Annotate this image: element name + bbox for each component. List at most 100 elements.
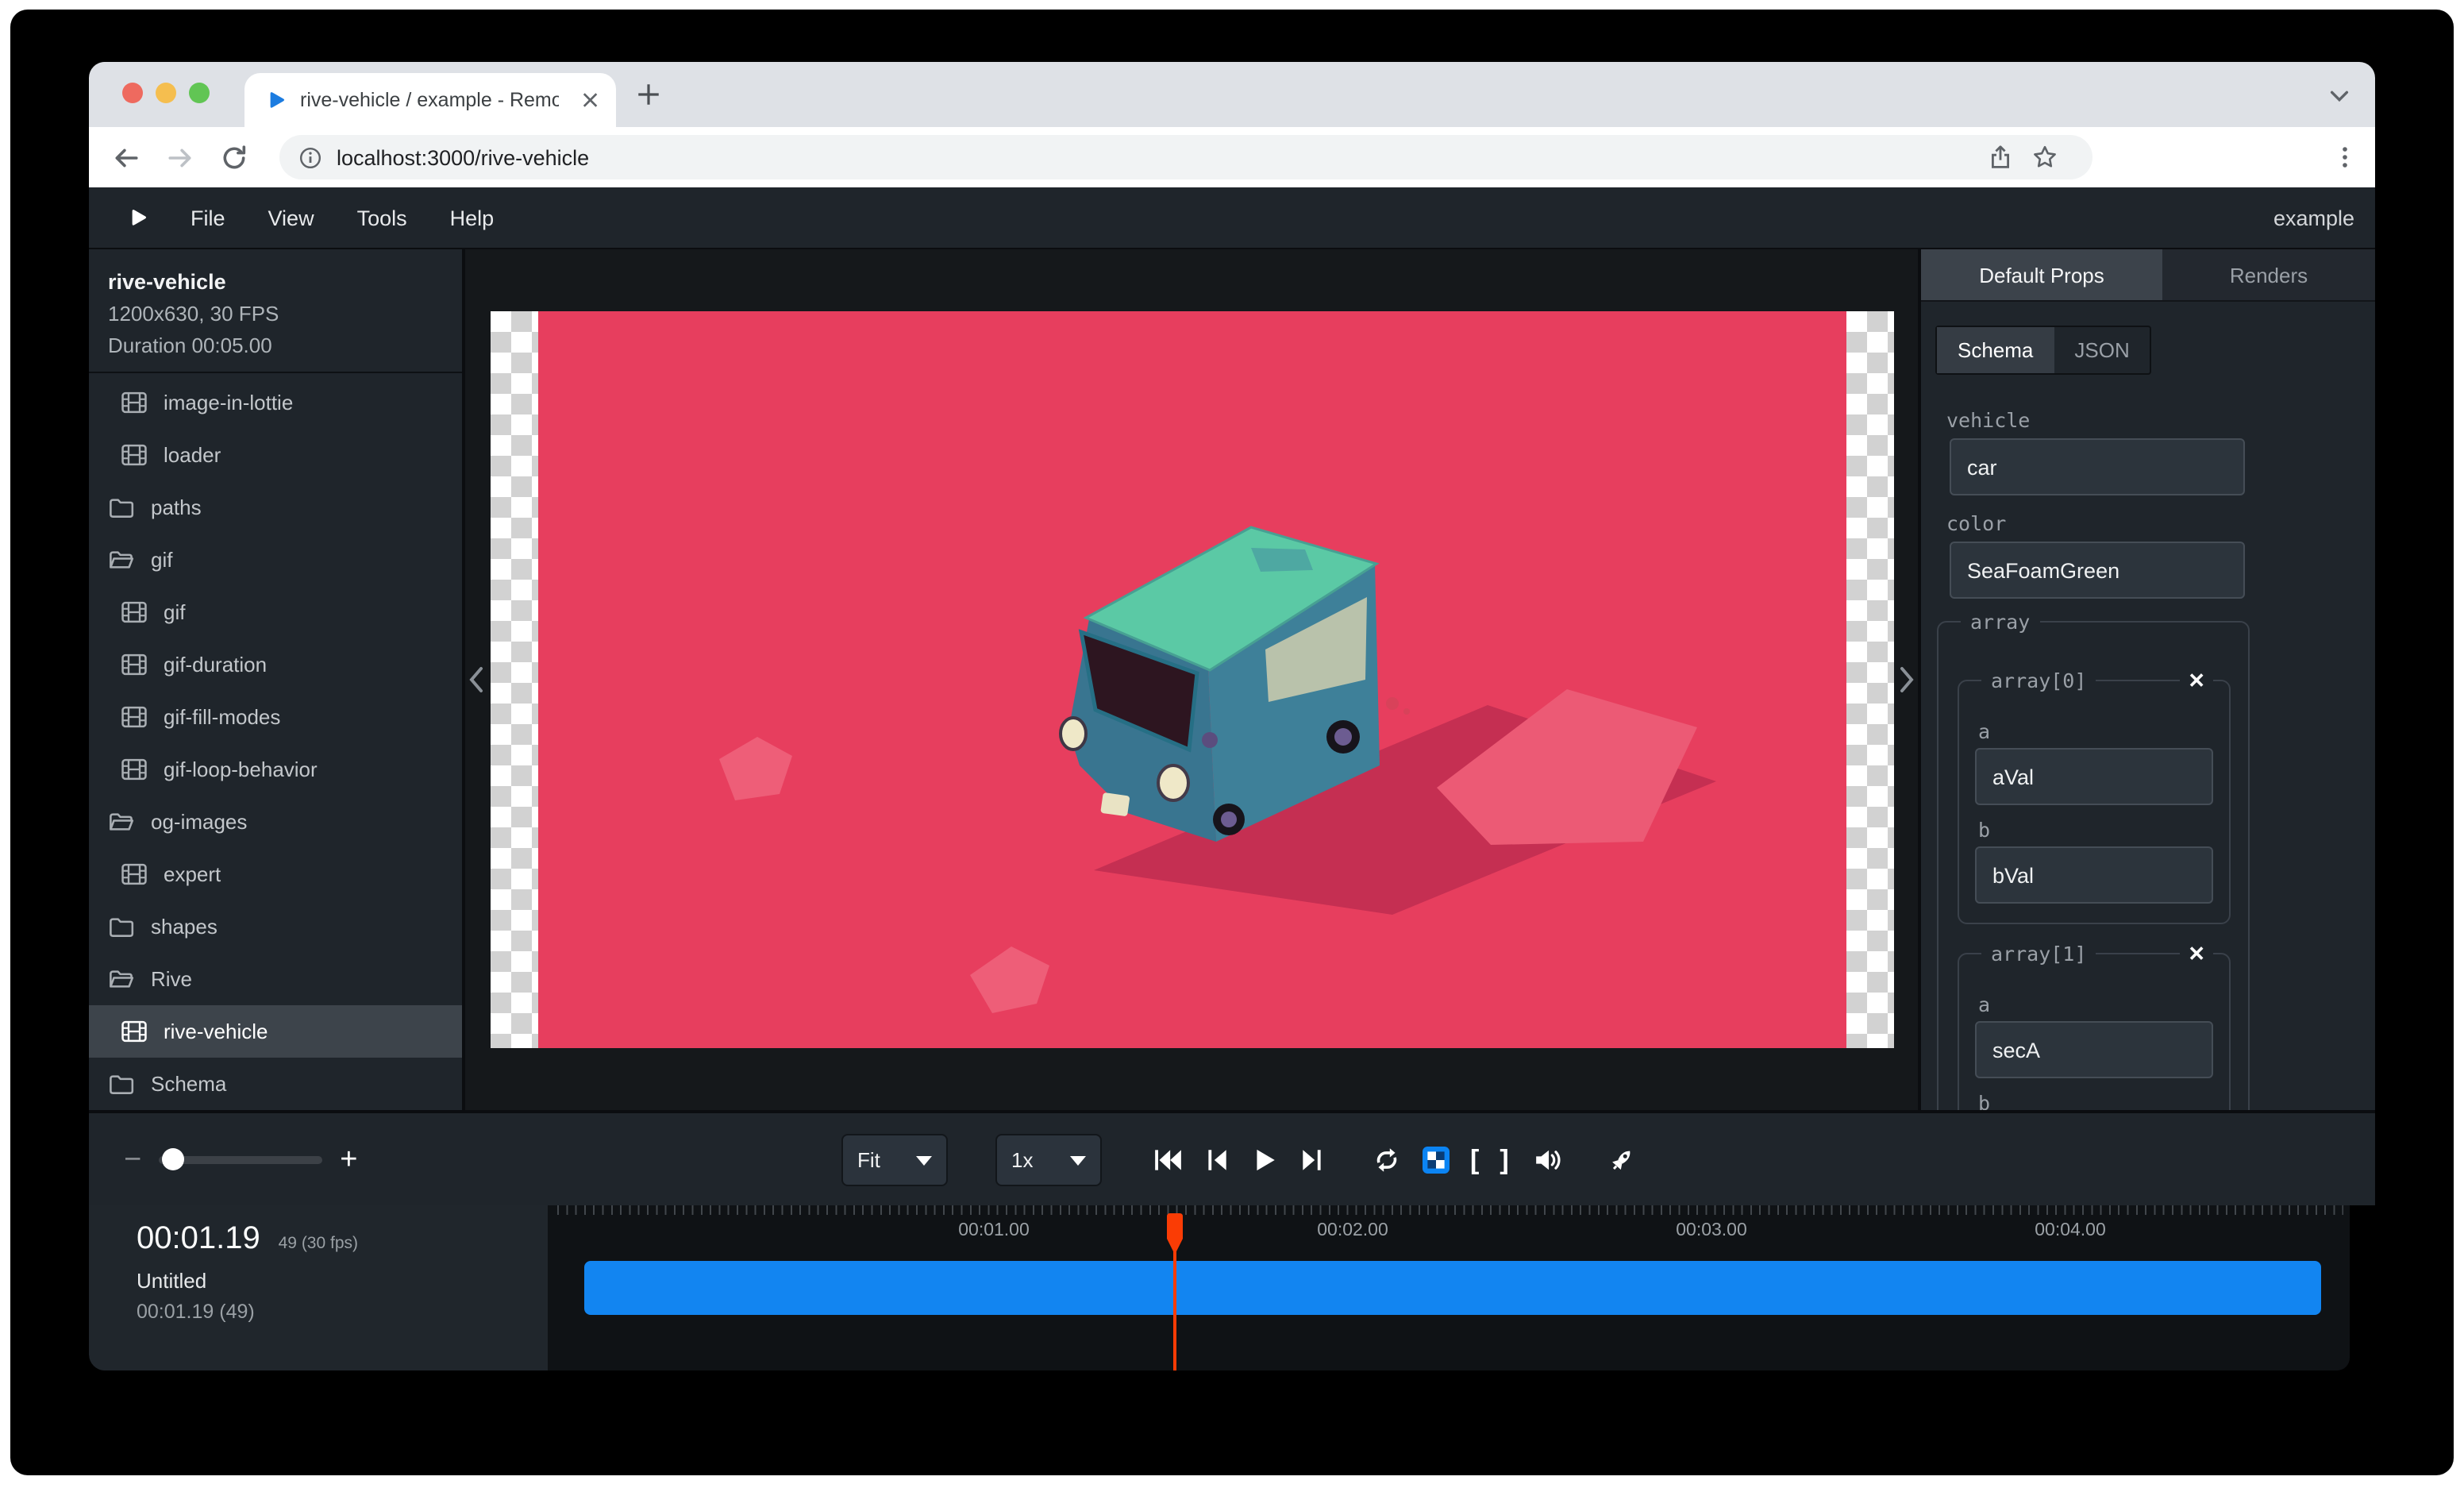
tab-renders[interactable]: Renders [2162, 249, 2375, 300]
playback-speed-dropdown[interactable]: 1x [995, 1134, 1102, 1186]
sidebar-folder-og-images[interactable]: og-images [89, 796, 462, 848]
zoom-out-icon[interactable]: − [124, 1144, 141, 1174]
array-1-a-input[interactable] [1975, 1021, 2213, 1078]
film-icon [121, 861, 148, 888]
previous-frame-icon[interactable] [1203, 1146, 1230, 1173]
skip-to-start-icon[interactable] [1153, 1146, 1183, 1173]
array-0-b-input[interactable] [1975, 846, 2213, 904]
tab-search-chevron-icon[interactable] [2327, 84, 2351, 108]
zoom-in-icon[interactable]: + [340, 1144, 357, 1174]
composition-duration: Duration 00:05.00 [108, 333, 443, 357]
collapse-props-icon[interactable] [1899, 665, 1915, 694]
sidebar-item-loader[interactable]: loader [89, 429, 462, 481]
forward-button[interactable] [167, 144, 194, 171]
folder-icon [108, 494, 135, 521]
new-tab-button[interactable] [635, 81, 662, 108]
transparency-toggle-icon[interactable] [1423, 1146, 1450, 1173]
ruler-label: 00:01.00 [958, 1221, 1030, 1240]
composition-frame [490, 311, 1893, 1048]
schema-json-toggle: Schema JSON [1935, 326, 2152, 375]
film-icon [121, 1018, 148, 1045]
array-fieldset: array array[0] ✕ a b array[1] ✕ [1937, 621, 2250, 1110]
array-1-remove-icon[interactable]: ✕ [2180, 940, 2213, 967]
sidebar-folder-rive[interactable]: Rive [89, 953, 462, 1005]
track-name[interactable]: Untitled [137, 1269, 548, 1293]
address-bar[interactable]: localhost:3000/rive-vehicle [279, 135, 2092, 179]
browser-tab[interactable]: rive-vehicle / example - Remot [244, 73, 616, 127]
film-icon [121, 389, 148, 416]
sidebar-folder-shapes[interactable]: shapes [89, 900, 462, 953]
site-info-icon[interactable] [298, 145, 322, 169]
sidebar-item-image-in-lottie[interactable]: image-in-lottie [89, 376, 462, 429]
color-label: color [1946, 511, 2261, 535]
timeline-info-panel: 00:01.19 49 (30 fps) Untitled 00:01.19 (… [89, 1205, 548, 1370]
tab-title: rive-vehicle / example - Remot [300, 89, 560, 111]
playback-toolbar: − + Fit 1x [ ] [89, 1110, 2375, 1205]
loop-icon[interactable] [1372, 1146, 1402, 1173]
current-frame-info: 49 (30 fps) [279, 1234, 358, 1253]
sidebar-item-expert[interactable]: expert [89, 848, 462, 900]
menu-view[interactable]: View [268, 206, 314, 229]
array-1-legend: array[1] [1981, 942, 2096, 966]
folder-icon [108, 913, 135, 940]
sidebar-folder-paths[interactable]: paths [89, 481, 462, 534]
render-rocket-icon[interactable] [1609, 1146, 1636, 1173]
sidebar-item-gif-duration[interactable]: gif-duration [89, 638, 462, 691]
array-0-a-input[interactable] [1975, 748, 2213, 805]
sidebar-folder-schema[interactable]: Schema [89, 1058, 462, 1110]
menu-tools[interactable]: Tools [357, 206, 407, 229]
out-point-icon[interactable]: ] [1500, 1146, 1508, 1173]
vehicle-illustration [537, 311, 1846, 1048]
browser-menu-icon[interactable] [2332, 145, 2358, 170]
volume-icon[interactable] [1534, 1146, 1563, 1173]
transparency-checker-right [1846, 311, 1893, 1048]
sidebar-item-gif-fill-modes[interactable]: gif-fill-modes [89, 691, 462, 743]
array-legend: array [1961, 610, 2039, 634]
maximize-window-button[interactable] [189, 83, 210, 103]
timeline-track-bar[interactable] [584, 1261, 2321, 1315]
sidebar-item-gif-loop-behavior[interactable]: gif-loop-behavior [89, 743, 462, 796]
sidebar-item-gif[interactable]: gif [89, 586, 462, 638]
folder-open-icon [108, 966, 135, 993]
in-point-icon[interactable]: [ [1470, 1146, 1479, 1173]
browser-toolbar: localhost:3000/rive-vehicle [89, 127, 2375, 187]
back-button[interactable] [113, 144, 140, 171]
compositions-sidebar: rive-vehicle 1200x630, 30 FPS Duration 0… [89, 249, 462, 1110]
remotion-logo-icon[interactable] [125, 206, 149, 229]
sidebar-item-rive-vehicle[interactable]: rive-vehicle [89, 1005, 462, 1058]
toggle-schema[interactable]: Schema [1937, 327, 2054, 373]
minimize-window-button[interactable] [156, 83, 176, 103]
array-0-legend: array[0] [1981, 669, 2096, 692]
play-icon[interactable] [1251, 1146, 1278, 1173]
close-window-button[interactable] [122, 83, 143, 103]
zoom-slider[interactable] [159, 1155, 322, 1163]
b-label: b [1978, 1091, 2213, 1110]
url-text[interactable]: localhost:3000/rive-vehicle [337, 145, 589, 169]
ruler-label: 00:04.00 [2035, 1221, 2106, 1240]
window-controls[interactable] [122, 83, 210, 103]
chevron-down-icon [916, 1155, 932, 1165]
collapse-sidebar-icon[interactable] [468, 665, 484, 694]
current-timecode: 00:01.19 [137, 1221, 260, 1258]
array-0-remove-icon[interactable]: ✕ [2180, 667, 2213, 694]
playhead-marker[interactable] [1165, 1212, 1184, 1256]
a-label: a [1978, 719, 2213, 743]
share-icon[interactable] [1988, 145, 2013, 170]
color-input[interactable] [1950, 542, 2245, 599]
next-frame-icon[interactable] [1299, 1146, 1326, 1173]
app-menubar: File View Tools Help example [89, 187, 2375, 249]
toggle-json[interactable]: JSON [2054, 327, 2150, 373]
tab-default-props[interactable]: Default Props [1921, 249, 2162, 300]
sidebar-folder-gif[interactable]: gif [89, 534, 462, 586]
bookmark-star-icon[interactable] [2032, 145, 2058, 170]
preview-canvas [465, 249, 1918, 1110]
tab-close-icon[interactable] [579, 87, 603, 113]
vehicle-input[interactable] [1950, 438, 2245, 495]
menu-help[interactable]: Help [450, 206, 495, 229]
fit-dropdown[interactable]: Fit [841, 1134, 948, 1186]
menu-file[interactable]: File [191, 206, 225, 229]
folder-icon [108, 1070, 135, 1097]
reload-button[interactable] [221, 144, 248, 171]
project-label: example [2273, 206, 2354, 229]
zoom-slider-knob[interactable] [162, 1147, 184, 1170]
